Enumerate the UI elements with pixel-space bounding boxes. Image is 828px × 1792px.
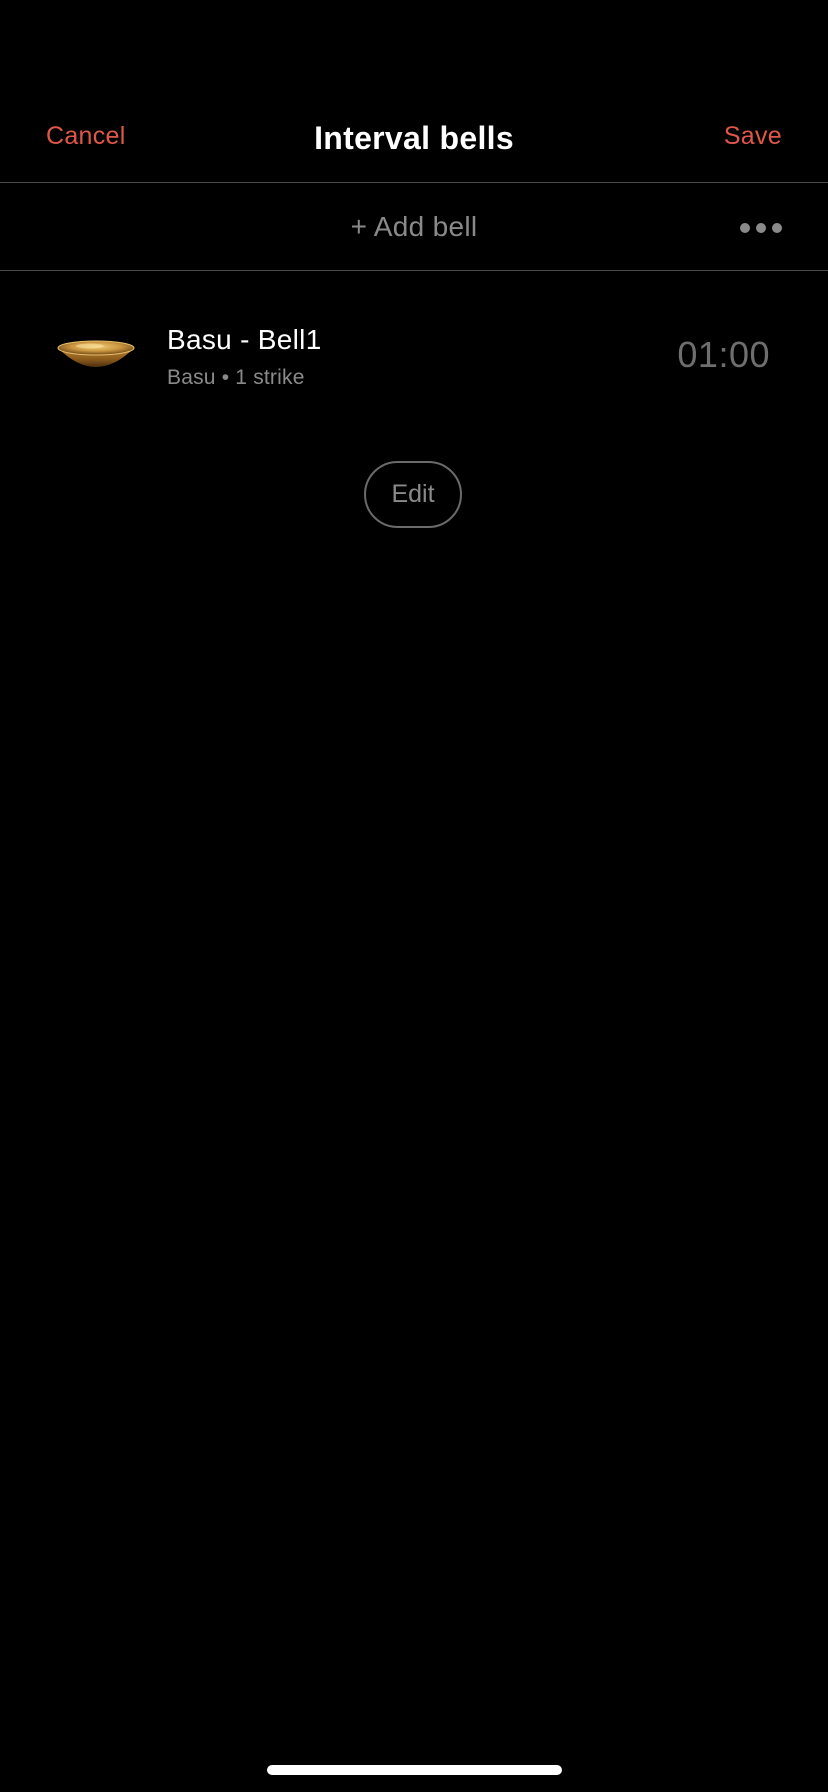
bell-interval-time[interactable]: 01:00 (677, 334, 770, 376)
save-button[interactable]: Save (724, 122, 782, 151)
home-indicator[interactable] (267, 1765, 562, 1775)
bell-name: Basu - Bell1 (167, 324, 322, 355)
toolbar-divider (0, 270, 828, 271)
bell-details: Basu • 1 strike (167, 366, 305, 389)
list-item[interactable]: Basu - Bell1 Basu • 1 strike 01:00 (0, 310, 828, 402)
edit-button[interactable]: Edit (364, 461, 462, 528)
singing-bowl-icon (57, 340, 135, 367)
more-horizontal-icon[interactable] (740, 223, 782, 233)
page-title: Interval bells (314, 120, 514, 156)
nav-header: Cancel Interval bells Save (0, 100, 828, 180)
add-bell-button[interactable]: + Add bell (0, 211, 828, 243)
add-bell-row: + Add bell (0, 183, 828, 270)
